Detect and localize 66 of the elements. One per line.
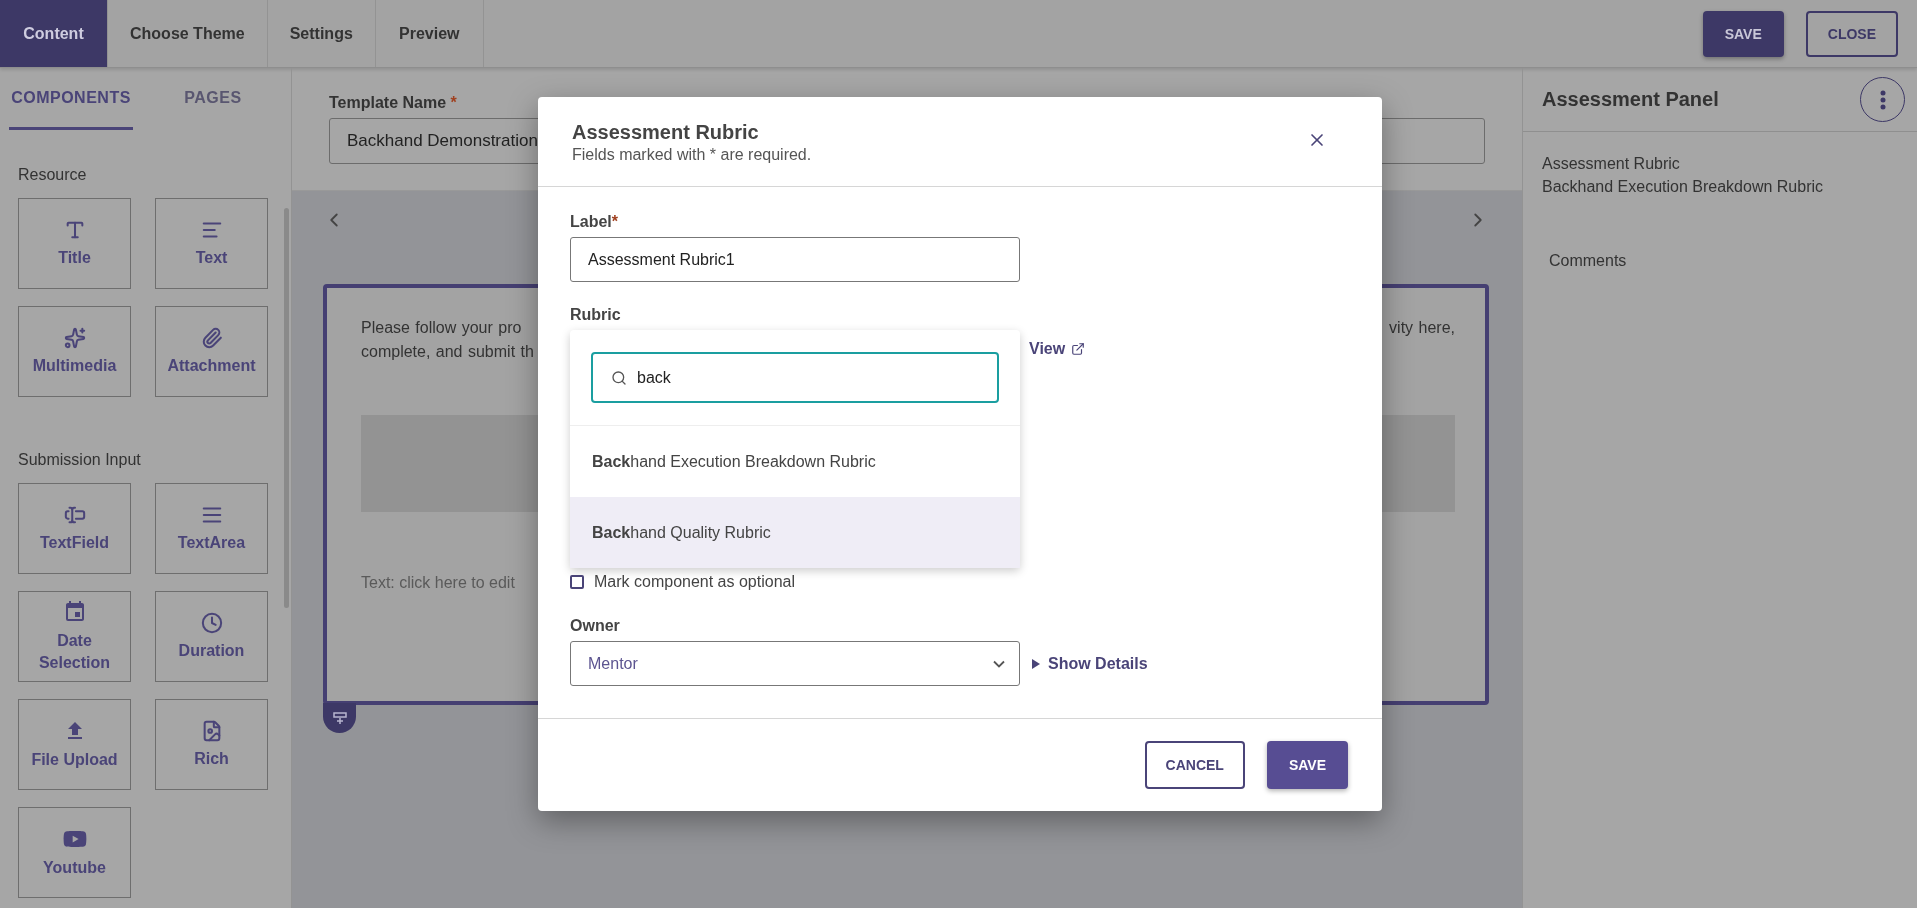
triangle-right-icon	[1032, 658, 1040, 669]
chevron-down-icon	[993, 659, 1005, 668]
card-text: vity here,	[1389, 318, 1455, 338]
top-tab[interactable]: Preview	[375, 0, 484, 67]
component-tile[interactable]: File Upload	[18, 699, 131, 790]
field-label: Label*	[570, 213, 620, 231]
section-title: Resource	[18, 165, 88, 185]
label-field[interactable]: Assessment Rubric1	[570, 237, 1020, 282]
tile-label: Text	[195, 247, 228, 268]
cancel-button[interactable]: CANCEL	[1144, 741, 1245, 789]
tile-label: Youtube	[43, 857, 106, 878]
component-tile[interactable]: TextArea	[155, 483, 268, 574]
tile-label: TextField	[39, 532, 109, 553]
sparkles-icon	[63, 326, 86, 349]
panel-field-value: Backhand Execution Breakdown Rubric	[1542, 177, 1825, 197]
component-tile[interactable]: Text	[155, 198, 268, 289]
rubric-option[interactable]: Backhand Quality Rubric	[570, 497, 1020, 568]
paperclip-icon	[200, 326, 223, 349]
tile-label: Duration	[178, 640, 245, 661]
component-tile[interactable]: Date Selection	[18, 591, 131, 682]
tile-label: Title	[58, 247, 91, 268]
save-button[interactable]: SAVE	[1702, 10, 1784, 57]
show-details-link[interactable]: Show Details	[1032, 654, 1148, 673]
dialog-title: Assessment Rubric	[572, 121, 760, 144]
dialog-subtitle: Fields marked with * are required.	[572, 146, 812, 164]
field-label: Rubric	[570, 306, 622, 324]
optional-checkbox[interactable]	[570, 575, 584, 589]
component-tile[interactable]: Youtube	[18, 807, 131, 898]
vertical-dots-icon	[1879, 89, 1886, 110]
component-tile[interactable]: Title	[18, 198, 131, 289]
tile-label: File Upload	[31, 749, 118, 770]
comments-label: Comments	[1548, 251, 1628, 271]
component-tile[interactable]: Multimedia	[18, 306, 131, 397]
close-button[interactable]: CLOSE	[1805, 10, 1898, 57]
checkbox-label: Mark component as optional	[594, 573, 795, 591]
handle-icon	[332, 712, 347, 724]
field-label: Owner	[570, 617, 621, 635]
tile-label: Rich	[194, 748, 229, 769]
save-button[interactable]: SAVE	[1266, 741, 1348, 789]
drag-handle[interactable]	[323, 703, 356, 733]
tile-label: Multimedia	[32, 355, 117, 376]
sidebar-tab[interactable]: COMPONENTS	[9, 68, 133, 130]
external-link-icon	[1071, 342, 1086, 356]
search-field[interactable]: back	[591, 352, 999, 403]
component-tile[interactable]: Attachment	[155, 306, 268, 397]
tile-label: Date Selection	[37, 630, 112, 673]
sidebar-tab[interactable]: PAGES	[151, 68, 275, 130]
scrollbar-thumb[interactable]	[284, 208, 289, 608]
rubric-option[interactable]: Backhand Execution Breakdown Rubric	[570, 426, 1020, 497]
tile-label: TextArea	[177, 532, 246, 553]
top-tab[interactable]: Choose Theme	[108, 0, 268, 67]
component-tile[interactable]: TextField	[18, 483, 131, 574]
component-tile[interactable]: Rich	[155, 699, 268, 790]
top-tab[interactable]: Content	[0, 0, 108, 67]
tile-label: Attachment	[167, 355, 256, 376]
owner-select[interactable]: Mentor	[570, 641, 1020, 686]
section-title: Submission Input	[18, 450, 142, 470]
panel-title: Assessment Panel	[1542, 88, 1719, 111]
card-text: Please follow your pro complete, and submit th	[361, 318, 534, 362]
panel-field-label: Assessment Rubric	[1542, 154, 1681, 174]
clock-icon	[200, 611, 223, 634]
search-icon	[611, 369, 627, 386]
top-tab[interactable]: Settings	[267, 0, 376, 67]
field-label: Template Name *	[329, 94, 458, 112]
view-link[interactable]: View	[1029, 340, 1086, 358]
component-tile[interactable]: Duration	[155, 591, 268, 682]
